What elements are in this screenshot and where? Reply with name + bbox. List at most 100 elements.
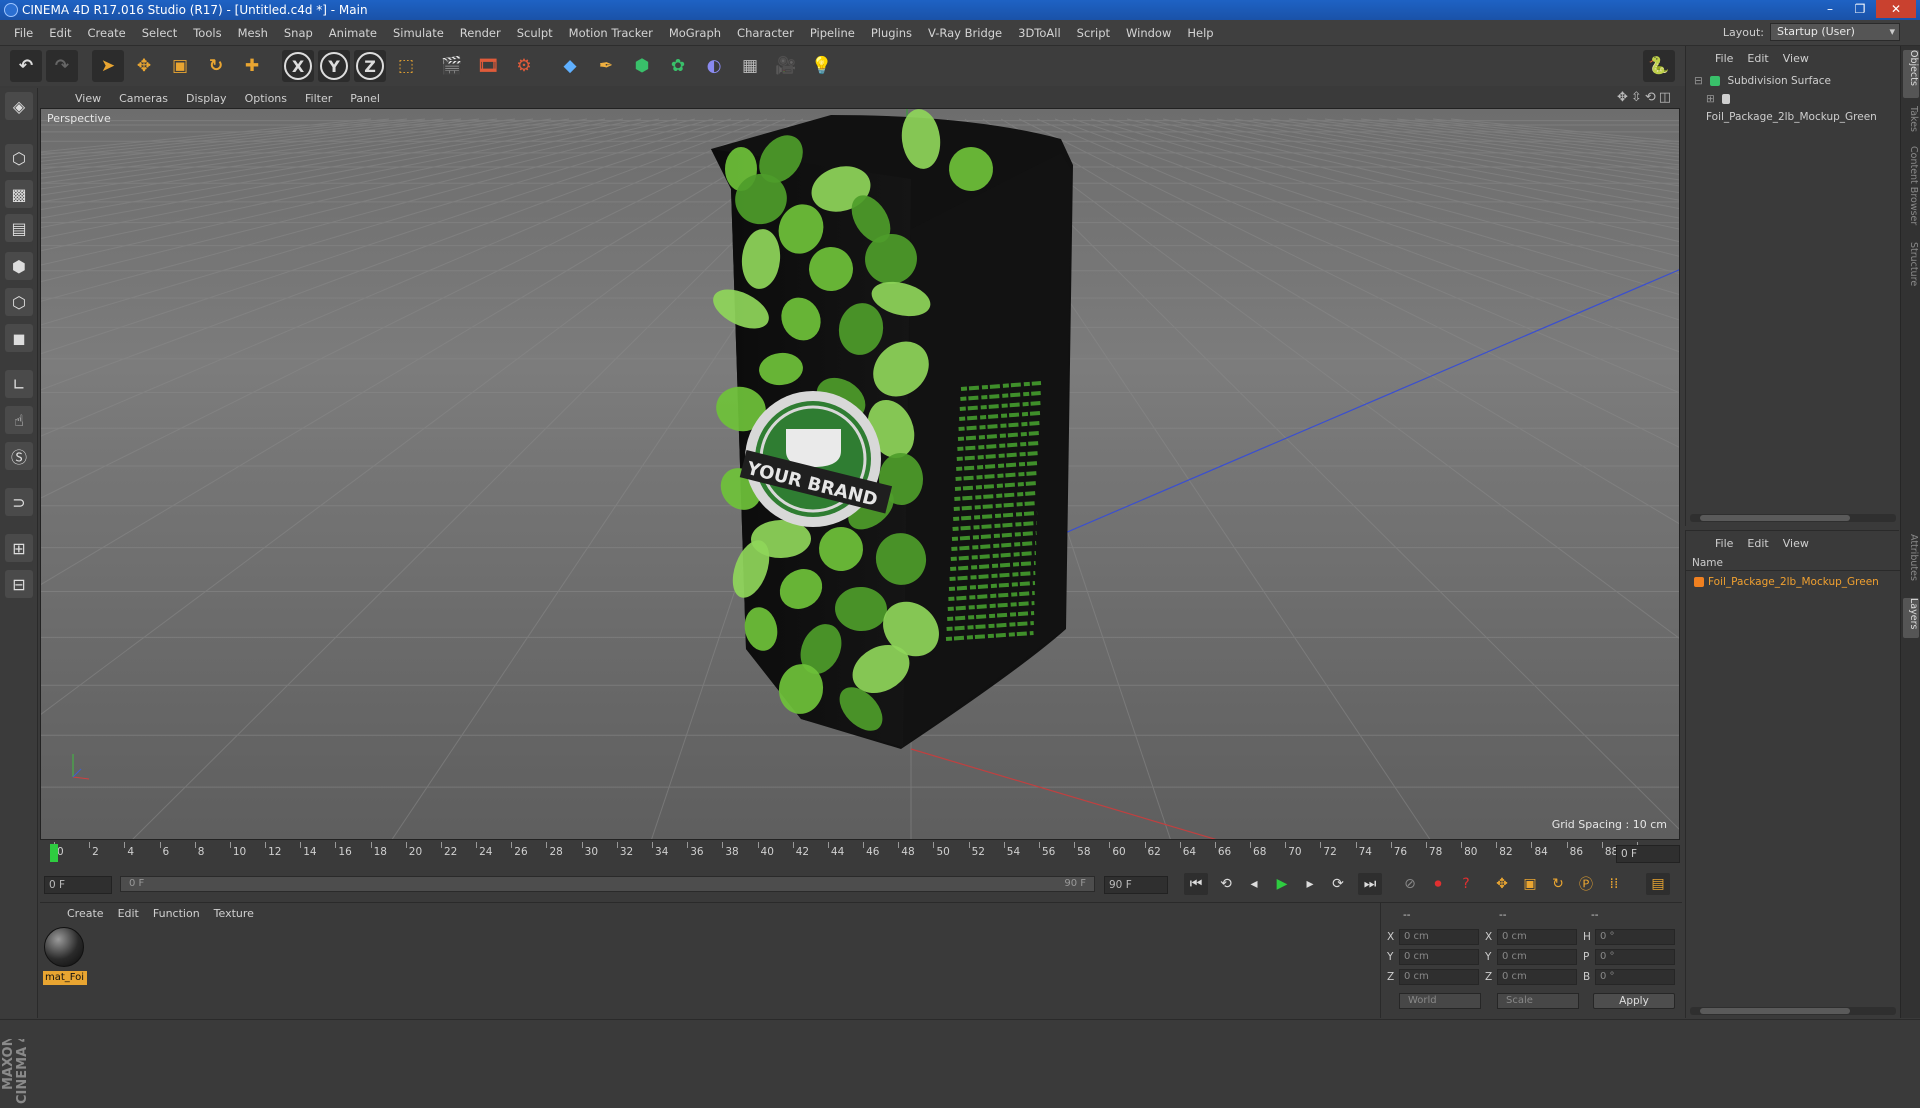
points-mode-icon[interactable]: ⬢ — [5, 252, 33, 280]
layer-horizontal-scrollbar[interactable] — [1690, 1007, 1896, 1015]
tab-structure[interactable]: Structure — [1903, 242, 1919, 298]
menu-window[interactable]: Window — [1118, 26, 1179, 40]
planar-workplane-icon[interactable]: ⊟ — [5, 570, 33, 598]
next-key-icon[interactable]: ⟳ — [1326, 873, 1350, 895]
make-editable-icon[interactable]: ◈ — [5, 92, 33, 120]
menu-pipeline[interactable]: Pipeline — [802, 26, 863, 40]
menu-animate[interactable]: Animate — [321, 26, 385, 40]
select-arrow-icon[interactable]: ➤ — [92, 50, 124, 82]
layer-menu-edit[interactable]: Edit — [1740, 537, 1775, 550]
axis-mode-icon[interactable]: ∟ — [5, 370, 33, 398]
material-name-label[interactable]: mat_Foi — [43, 971, 87, 985]
object-menu-file[interactable]: File — [1708, 52, 1740, 65]
key-rotation-icon[interactable]: ↻ — [1546, 873, 1570, 895]
redo-icon[interactable]: ↷ — [46, 50, 78, 82]
coord-size-y-field[interactable]: 0 cm — [1497, 949, 1577, 965]
menu-plugins[interactable]: Plugins — [863, 26, 920, 40]
object-horizontal-scrollbar[interactable] — [1690, 514, 1896, 522]
key-parameter-icon[interactable]: Ⓟ — [1574, 873, 1598, 895]
pen-spline-icon[interactable]: ✒ — [590, 50, 622, 82]
cloner-icon[interactable]: ✿ — [662, 50, 694, 82]
render-picture-viewer-icon[interactable]: 🎞 — [472, 50, 504, 82]
foil-package-model[interactable]: YOUR BRAND — [707, 109, 1073, 749]
material-menu-function[interactable]: Function — [146, 907, 207, 920]
close-icon[interactable]: ✕ — [1876, 0, 1916, 18]
frame-range-slider[interactable]: 0 F 90 F — [120, 876, 1095, 892]
scale-icon[interactable]: ▣ — [164, 50, 196, 82]
menu-script[interactable]: Script — [1069, 26, 1118, 40]
minimize-icon[interactable]: – — [1816, 0, 1844, 18]
menu-tools[interactable]: Tools — [185, 26, 229, 40]
end-frame-field[interactable]: 90 F — [1104, 876, 1168, 894]
go-to-start-icon[interactable]: ⏮ — [1184, 873, 1208, 895]
x-axis-lock[interactable]: X — [282, 50, 314, 82]
start-frame-field[interactable]: 0 F — [44, 876, 112, 894]
tweak-mode-icon[interactable]: ☝ — [5, 406, 33, 434]
z-axis-lock[interactable]: Z — [354, 50, 386, 82]
viewport-menu-cameras[interactable]: Cameras — [110, 92, 177, 105]
python-icon[interactable]: 🐍 — [1643, 50, 1675, 82]
key-scale-icon[interactable]: ▣ — [1518, 873, 1542, 895]
3d-viewport[interactable]: YOUR BRAND Perspective Grid Spacing : 10… — [40, 108, 1680, 840]
menu-sculpt[interactable]: Sculpt — [509, 26, 561, 40]
polygons-mode-icon[interactable]: ◼ — [5, 324, 33, 352]
menu-motion-tracker[interactable]: Motion Tracker — [561, 26, 661, 40]
undo-icon[interactable]: ↶ — [10, 50, 42, 82]
coord-rot-p-field[interactable]: 0 ° — [1595, 949, 1675, 965]
layer-menu-file[interactable]: File — [1708, 537, 1740, 550]
edges-mode-icon[interactable]: ⬡ — [5, 288, 33, 316]
viewport-menu-options[interactable]: Options — [236, 92, 296, 105]
subdivision-nurbs-icon[interactable]: ⬢ — [626, 50, 658, 82]
tab-attributes[interactable]: Attributes — [1903, 534, 1919, 592]
magnet-icon[interactable]: ⊃ — [5, 488, 33, 516]
coord-pos-x-field[interactable]: 0 cm — [1399, 929, 1479, 945]
menu-render[interactable]: Render — [452, 26, 509, 40]
floor-environment-icon[interactable]: ▦ — [734, 50, 766, 82]
tab-content-browser[interactable]: Content Browser — [1903, 146, 1919, 236]
render-view-icon[interactable]: 🎬 — [436, 50, 468, 82]
workplane-mode-icon[interactable]: ▤ — [5, 214, 33, 242]
move-icon[interactable]: ✥ — [128, 50, 160, 82]
viewport-navigation-icons[interactable]: ✥⇳⟲◫ — [1617, 90, 1674, 105]
record-key-disabled-icon[interactable]: ⊘ — [1398, 873, 1422, 895]
autokeying-icon[interactable]: ? — [1454, 873, 1478, 895]
previous-frame-icon[interactable]: ◂ — [1242, 873, 1266, 895]
tab-objects[interactable]: Objects — [1903, 50, 1919, 98]
menu-snap[interactable]: Snap — [276, 26, 321, 40]
live-selection-icon[interactable]: ✚ — [236, 50, 268, 82]
cube-primitive-icon[interactable]: ◆ — [554, 50, 586, 82]
texture-mode-icon[interactable]: ▩ — [5, 180, 33, 208]
material-menu-create[interactable]: Create — [60, 907, 111, 920]
timeline-ruler[interactable]: 0 2 4 6 8 10 12 14 16 18 20 22 24 26 28 30 32 34 36 38 40 42 4… — [40, 842, 1682, 866]
viewport-menu-filter[interactable]: Filter — [296, 92, 341, 105]
timeline-window-icon[interactable]: ▤ — [1646, 873, 1670, 895]
menu-file[interactable]: File — [6, 26, 41, 40]
layout-select[interactable]: Startup (User) — [1770, 23, 1900, 41]
deformer-icon[interactable]: ◐ — [698, 50, 730, 82]
menu-help[interactable]: Help — [1179, 26, 1221, 40]
object-row-subdivision-surface[interactable]: ⊟ Subdivision Surface — [1686, 72, 1900, 90]
menu-mesh[interactable]: Mesh — [230, 26, 276, 40]
coord-rot-b-field[interactable]: 0 ° — [1595, 969, 1675, 985]
menu-simulate[interactable]: Simulate — [385, 26, 452, 40]
coord-size-z-field[interactable]: 0 cm — [1497, 969, 1577, 985]
previous-key-icon[interactable]: ⟲ — [1214, 873, 1238, 895]
material-preview-swatch[interactable] — [44, 927, 84, 967]
world-coordinates-icon[interactable]: ⬚ — [390, 50, 422, 82]
menu-character[interactable]: Character — [729, 26, 802, 40]
tab-takes[interactable]: Takes — [1903, 106, 1919, 140]
current-frame-field[interactable]: 0 F — [1616, 845, 1680, 863]
key-position-icon[interactable]: ✥ — [1490, 873, 1514, 895]
tab-layers[interactable]: Layers — [1903, 598, 1919, 638]
snap-icon[interactable]: Ⓢ — [5, 442, 33, 470]
viewport-menu-panel[interactable]: Panel — [341, 92, 389, 105]
menu-edit[interactable]: Edit — [41, 26, 79, 40]
menu-3dtoall[interactable]: 3DToAll — [1010, 26, 1069, 40]
object-row-foil-package[interactable]: ⊞ Foil_Package_2lb_Mockup_Green — [1686, 90, 1900, 123]
material-menu-edit[interactable]: Edit — [111, 907, 146, 920]
menu-select[interactable]: Select — [134, 26, 185, 40]
collapse-icon[interactable]: ⊟ — [1694, 75, 1703, 87]
coord-pos-y-field[interactable]: 0 cm — [1399, 949, 1479, 965]
y-axis-lock[interactable]: Y — [318, 50, 350, 82]
object-menu-view[interactable]: View — [1776, 52, 1816, 65]
